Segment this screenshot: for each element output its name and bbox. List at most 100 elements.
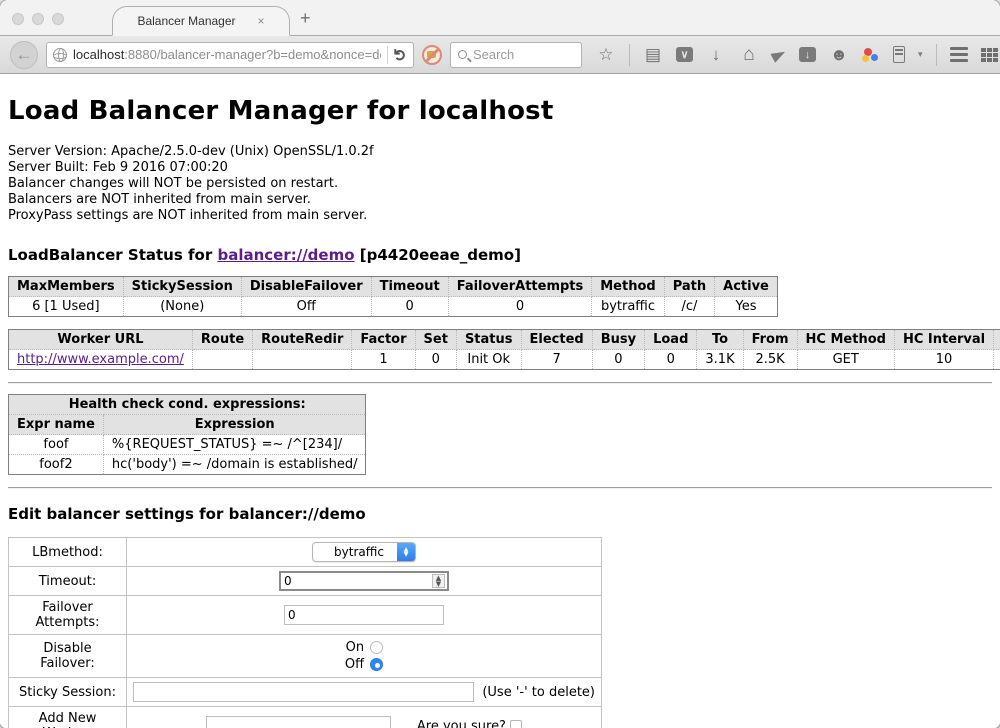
col-from: From	[743, 330, 797, 350]
select-stepper-icon: ▲▼	[397, 543, 415, 561]
are-you-sure-label: Are you sure?	[417, 719, 522, 728]
cell-set: 0	[415, 350, 456, 370]
container-icon[interactable]	[893, 46, 905, 63]
tab-close-icon[interactable]: ×	[258, 14, 265, 28]
table-header-row: Expr name Expression	[9, 415, 366, 435]
cell-busy: 0	[592, 350, 644, 370]
tab-title: Balancer Manager	[137, 14, 235, 28]
menu-icon[interactable]	[950, 47, 968, 62]
content-block-icon[interactable]	[422, 45, 442, 65]
loadbalancer-status-heading: LoadBalancer Status for balancer://demo …	[8, 246, 992, 264]
cell-hc-interval: 10	[894, 350, 993, 370]
disable-failover-row: Disable Failover: On Off	[9, 635, 602, 678]
col-hc-method: HC Method	[797, 330, 894, 350]
server-built: Server Built: Feb 9 2016 07:00:20	[8, 160, 992, 176]
lbmethod-label: LBmethod:	[9, 538, 127, 567]
url-bar[interactable]: localhost:8880/balancer-manager?b=demo&n…	[46, 42, 414, 68]
col-expr-name: Expr name	[9, 415, 104, 435]
add-worker-input[interactable]	[206, 716, 391, 728]
cell-expression: %{REQUEST_STATUS} =~ /^[234]/	[103, 435, 366, 455]
lbmethod-selected-value: bytraffic	[327, 545, 397, 559]
worker-table: Worker URL Route RouteRedir Factor Set S…	[8, 329, 1000, 370]
toolbar-icons: ☆ ▤ ∨ ↓ ⌂ ↓ ☻ ▾	[596, 44, 998, 66]
chevron-down-icon[interactable]: ▾	[918, 49, 923, 60]
cell-hc-method: GET	[797, 350, 894, 370]
grid-extension-icon[interactable]	[981, 48, 998, 62]
table-row: http://www.example.com/ 1 0 Init Ok 7 0 …	[9, 350, 1000, 370]
failover-on-radio[interactable]	[370, 641, 383, 654]
col-set: Set	[415, 330, 456, 350]
col-route: Route	[192, 330, 252, 350]
divider	[8, 487, 992, 489]
disable-failover-label: Disable Failover:	[9, 635, 127, 678]
col-path: Path	[664, 277, 714, 297]
server-info: Server Version: Apache/2.5.0-dev (Unix) …	[8, 144, 992, 224]
cell-stickysession: (None)	[123, 297, 241, 317]
url-divider	[387, 46, 388, 64]
health-check-table: Health check cond. expressions: Expr nam…	[8, 394, 366, 475]
search-placeholder: Search	[473, 47, 514, 62]
bookmark-star-icon[interactable]: ☆	[596, 45, 616, 65]
failover-attempts-input[interactable]	[284, 605, 444, 625]
sticky-session-input[interactable]	[133, 682, 474, 702]
worker-url-link[interactable]: http://www.example.com/	[17, 352, 184, 367]
col-stickysession: StickySession	[123, 277, 241, 297]
url-host: localhost	[73, 47, 124, 62]
window-controls[interactable]	[12, 13, 64, 25]
cell-expression: hc('body') =~ /domain is established/	[103, 455, 366, 475]
url-text[interactable]: localhost:8880/balancer-manager?b=demo&n…	[73, 47, 381, 62]
cell-expr-name: foof2	[9, 455, 104, 475]
col-timeout: Timeout	[371, 277, 448, 297]
page-content: Load Balancer Manager for localhost Serv…	[0, 74, 1000, 728]
table-row: 6 [1 Used] (None) Off 0 0 bytraffic /c/ …	[9, 297, 778, 317]
cell-passes: 1 (0)	[994, 350, 1000, 370]
pocket-icon[interactable]: ∨	[676, 47, 693, 62]
cell-route	[192, 350, 252, 370]
radio-on-label: On	[346, 640, 364, 655]
back-button[interactable]: ←	[10, 41, 38, 69]
save-box-icon[interactable]: ↓	[799, 47, 816, 62]
col-hc-interval: HC Interval	[894, 330, 993, 350]
table-row: foof2 hc('body') =~ /domain is establish…	[9, 455, 366, 475]
zoom-window-button[interactable]	[52, 13, 64, 25]
lbmethod-select[interactable]: bytraffic ▲▼	[312, 542, 416, 562]
search-bar[interactable]: Search	[450, 42, 582, 68]
sure-text: Are you sure?	[417, 719, 506, 728]
sticky-session-hint: (Use '-' to delete)	[482, 685, 595, 700]
clipboard-icon[interactable]: ▤	[643, 45, 663, 65]
failover-attempts-label: Failover Attempts:	[9, 596, 127, 635]
downloads-icon[interactable]: ↓	[706, 45, 726, 65]
table-header-row: Worker URL Route RouteRedir Factor Set S…	[9, 330, 1000, 350]
cell-path: /c/	[664, 297, 714, 317]
col-factor: Factor	[352, 330, 415, 350]
tab-balancer-manager[interactable]: Balancer Manager ×	[112, 6, 290, 36]
close-window-button[interactable]	[12, 13, 24, 25]
failover-off-radio[interactable]	[370, 658, 383, 671]
col-method: Method	[592, 277, 664, 297]
minimize-window-button[interactable]	[32, 13, 44, 25]
cell-failoverattempts: 0	[448, 297, 592, 317]
cell-factor: 1	[352, 350, 415, 370]
new-tab-button[interactable]: +	[300, 9, 311, 27]
colored-dots-extension-icon[interactable]	[862, 47, 880, 63]
col-disablefailover: DisableFailover	[241, 277, 371, 297]
persist-note: Balancer changes will NOT be persisted o…	[8, 176, 992, 192]
cell-to: 3.1K	[697, 350, 743, 370]
health-table-title: Health check cond. expressions:	[9, 395, 366, 415]
timeout-input[interactable]	[279, 571, 449, 591]
cell-load: 0	[645, 350, 697, 370]
number-stepper-icon[interactable]: ▲▼	[432, 574, 445, 588]
are-you-sure-checkbox[interactable]	[510, 720, 522, 728]
reload-icon[interactable]: ↻	[390, 48, 410, 61]
timeout-label: Timeout:	[9, 567, 127, 596]
add-worker-label: Add New Worker:	[9, 707, 127, 728]
balancer-demo-link[interactable]: balancer://demo	[217, 246, 354, 264]
feedback-smiley-icon[interactable]: ☻	[829, 45, 849, 65]
cell-active: Yes	[715, 297, 778, 317]
table-header-row: MaxMembers StickySession DisableFailover…	[9, 277, 778, 297]
home-icon[interactable]: ⌂	[739, 44, 759, 66]
send-tab-icon[interactable]	[770, 47, 787, 62]
radio-off-label: Off	[345, 657, 364, 672]
proxypass-note: ProxyPass settings are NOT inherited fro…	[8, 208, 992, 224]
cell-method: bytraffic	[592, 297, 664, 317]
